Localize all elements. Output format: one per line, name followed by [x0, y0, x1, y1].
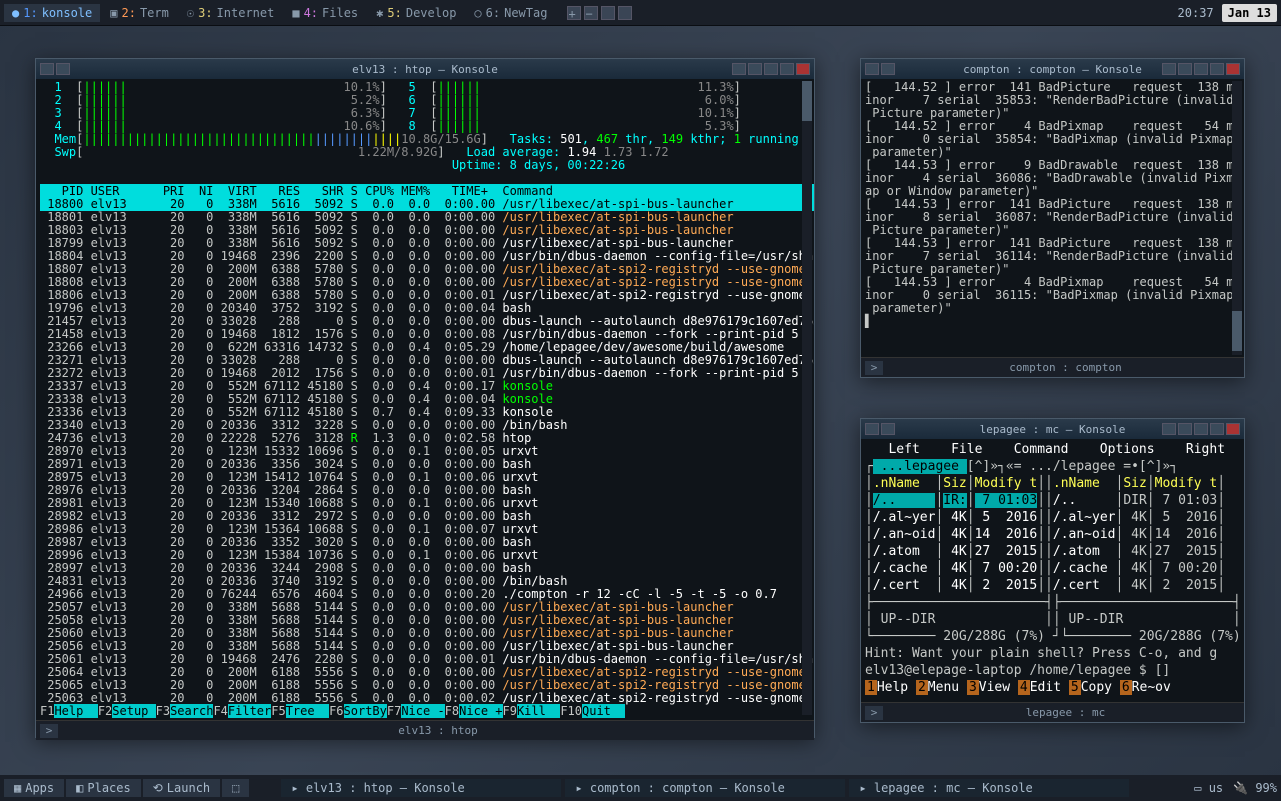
task-compton[interactable]: ▸ compton : compton — Konsole — [565, 779, 845, 797]
minus-icon[interactable]: − — [584, 6, 598, 20]
tag-5[interactable]: ✱ 5: Develop — [368, 4, 464, 22]
window-title: elv13 : htop — Konsole — [352, 63, 498, 76]
tab-label[interactable]: compton : compton — [887, 361, 1244, 374]
desktop-icon[interactable]: ⬚ — [222, 779, 249, 797]
konsole-tabbar: > elv13 : htop — [36, 720, 814, 740]
tag-icon[interactable] — [56, 63, 70, 75]
titlebar[interactable]: lepagee : mc — Konsole — [861, 419, 1244, 439]
min-icon[interactable] — [764, 63, 778, 75]
new-tab-button[interactable]: > — [865, 706, 883, 720]
layout-icon[interactable] — [601, 6, 615, 20]
tag-3[interactable]: ☉ 3: Internet — [179, 4, 282, 22]
clock-time: 20:37 — [1178, 6, 1214, 20]
new-tab-button[interactable]: > — [865, 361, 883, 375]
tag-4[interactable]: ■ 4: Files — [284, 4, 366, 22]
ontop-icon[interactable] — [732, 63, 746, 75]
tag-icon[interactable] — [881, 423, 895, 435]
tab-label[interactable]: elv13 : htop — [62, 724, 814, 737]
tag-2[interactable]: ▣ 2: Term — [102, 4, 177, 22]
window-title: compton : compton — Konsole — [963, 63, 1142, 76]
min-icon[interactable] — [1194, 423, 1208, 435]
tag-1[interactable]: ● 1: konsole — [4, 4, 100, 22]
floating-icon[interactable] — [865, 63, 879, 75]
close-icon[interactable] — [796, 63, 810, 75]
tag-6[interactable]: ○ 6: NewTag — [466, 4, 555, 22]
add-icon[interactable]: + — [567, 6, 581, 20]
floating-icon[interactable] — [865, 423, 879, 435]
min-icon[interactable] — [1194, 63, 1208, 75]
close-icon[interactable] — [1226, 423, 1240, 435]
terminal-content[interactable]: [ 144.52 ] error 141 BadPicture request … — [861, 79, 1244, 357]
battery-indicator: 🔌 99% — [1233, 781, 1277, 795]
window-compton[interactable]: compton : compton — Konsole [ 144.52 ] e… — [860, 58, 1245, 378]
konsole-tabbar: > lepagee : mc — [861, 702, 1244, 722]
sticky-icon[interactable] — [748, 63, 762, 75]
ontop-icon[interactable] — [1162, 423, 1176, 435]
close-icon[interactable] — [1226, 63, 1240, 75]
apps-button[interactable]: ▦ Apps — [4, 779, 64, 797]
terminal-content[interactable]: Left File Command Options Right ┌ ...lep… — [861, 439, 1244, 702]
new-tab-button[interactable]: > — [40, 724, 58, 738]
top-taskbar: ● 1: konsole ▣ 2: Term ☉ 3: Internet ■ 4… — [0, 0, 1281, 26]
sticky-icon[interactable] — [1178, 423, 1192, 435]
launch-button[interactable]: ⟲ Launch — [143, 779, 220, 797]
window-htop[interactable]: elv13 : htop — Konsole 1 [|||||| 10.1%] … — [35, 58, 815, 738]
layout2-icon[interactable] — [618, 6, 632, 20]
bottom-taskbar: ▦ Apps ◧ Places ⟲ Launch ⬚ ▸ elv13 : hto… — [0, 775, 1281, 801]
ontop-icon[interactable] — [1162, 63, 1176, 75]
max-icon[interactable] — [780, 63, 794, 75]
task-mc[interactable]: ▸ lepagee : mc — Konsole — [849, 779, 1129, 797]
window-title: lepagee : mc — Konsole — [980, 423, 1126, 436]
scrollbar[interactable] — [1232, 81, 1242, 355]
tab-label[interactable]: lepagee : mc — [887, 706, 1244, 719]
titlebar[interactable]: compton : compton — Konsole — [861, 59, 1244, 79]
max-icon[interactable] — [1210, 423, 1224, 435]
keyboard-layout[interactable]: ▭ us — [1194, 781, 1223, 795]
window-mc[interactable]: lepagee : mc — Konsole Left File Command… — [860, 418, 1245, 723]
scrollbar[interactable] — [802, 81, 812, 715]
floating-icon[interactable] — [40, 63, 54, 75]
task-htop[interactable]: ▸ elv13 : htop — Konsole — [281, 779, 561, 797]
places-button[interactable]: ◧ Places — [66, 779, 141, 797]
terminal-content[interactable]: 1 [|||||| 10.1%] 5 [|||||| 11.3%] 2 [|||… — [36, 79, 814, 720]
konsole-tabbar: > compton : compton — [861, 357, 1244, 377]
clock-date: Jan 13 — [1222, 4, 1277, 22]
tag-icon[interactable] — [881, 63, 895, 75]
sticky-icon[interactable] — [1178, 63, 1192, 75]
max-icon[interactable] — [1210, 63, 1224, 75]
titlebar[interactable]: elv13 : htop — Konsole — [36, 59, 814, 79]
